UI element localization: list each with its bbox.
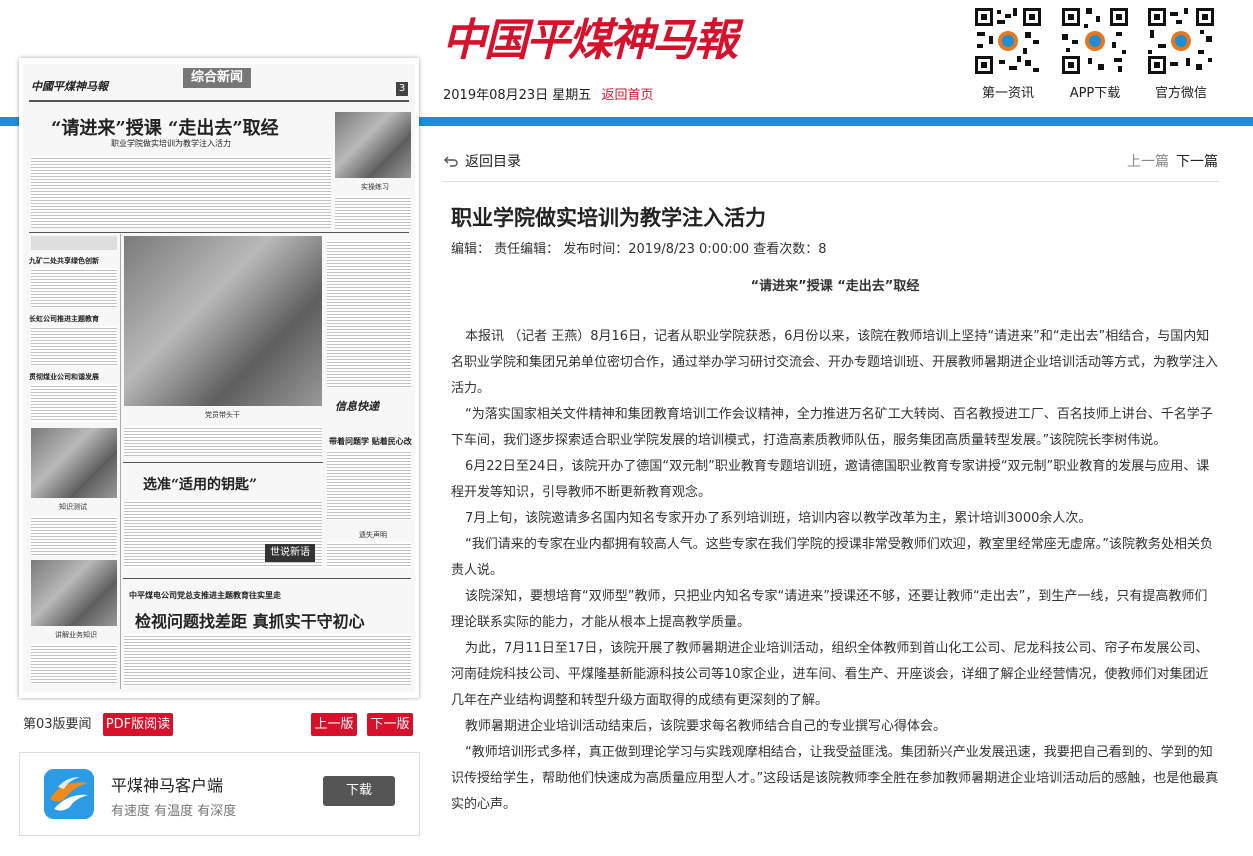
paper-text-block bbox=[31, 326, 117, 366]
next-article-link[interactable]: 下一篇 bbox=[1176, 151, 1218, 171]
paper-rule bbox=[123, 578, 411, 579]
article-paragraph: 教师暑期进企业培训活动结束后，该院要求每名教师结合自己的专业撰写心得体会。 bbox=[465, 719, 947, 734]
page-label: 第03版要闻 bbox=[23, 717, 92, 732]
newspaper-logo[interactable]: 中国平煤神马報 bbox=[442, 4, 738, 68]
paper-headline-1[interactable]: “请进来”授课 “走出去”取经 bbox=[51, 114, 279, 140]
paper-notice: 遗失声明 bbox=[359, 531, 387, 539]
paper-photo bbox=[31, 560, 117, 626]
paper-side-title: 九矿二处共享绿色创新 bbox=[29, 256, 99, 265]
paper-main-photo bbox=[124, 236, 322, 406]
paper-text-block bbox=[31, 268, 117, 308]
paper-subheadline-1: 职业学院做实培训为教学注入活力 bbox=[111, 139, 231, 148]
issue-date: 2019年08月23日 星期五 bbox=[443, 88, 592, 103]
paper-photo-caption: 讲解业务知识 bbox=[55, 631, 97, 639]
article-paragraph: “教师培训形式多样，真正做到理论学习与实践观摩相结合，让我受益匪浅。集团新兴产业… bbox=[451, 745, 1219, 812]
paper-rule bbox=[123, 462, 323, 463]
paper-text-block bbox=[327, 450, 411, 520]
paper-photo bbox=[335, 112, 411, 178]
paper-text-block bbox=[327, 542, 411, 568]
paper-photo bbox=[31, 428, 117, 498]
paper-text-block bbox=[335, 196, 411, 230]
qr-code-icon bbox=[973, 6, 1043, 76]
home-link[interactable]: 返回首页 bbox=[601, 88, 653, 103]
pdf-read-button[interactable]: PDF版阅读 bbox=[103, 713, 173, 736]
paper-rule bbox=[29, 232, 409, 233]
paper-text-block bbox=[327, 240, 411, 388]
divider bbox=[443, 181, 1219, 182]
paper-page-number: 3 bbox=[396, 82, 408, 96]
paper-column-rule bbox=[120, 234, 121, 689]
paper-masthead: 中國平煤神马報 bbox=[31, 80, 108, 93]
qr-code-icon bbox=[1060, 6, 1130, 76]
prev-article-link[interactable]: 上一篇 bbox=[1127, 151, 1169, 171]
paper-side-title: 贯彻煤业公司和谐发展 bbox=[29, 372, 99, 381]
date-line: 2019年08月23日 星期五 返回首页 bbox=[443, 84, 653, 103]
article-paragraph: 本报讯 （记者 王燕）8月16日，记者从职业学院获悉，6月份以来，该院在教师培训… bbox=[451, 329, 1219, 396]
app-logo-icon bbox=[44, 769, 94, 819]
paper-text-block bbox=[31, 644, 117, 684]
paper-brief-label: 信息快递 bbox=[335, 400, 379, 413]
paper-text-block bbox=[124, 634, 411, 686]
paper-photo-caption: 实操练习 bbox=[361, 183, 389, 191]
back-arrow-icon bbox=[444, 156, 458, 167]
article-meta: 编辑： 责任编辑： 发布时间：2019/8/23 0:00:00 查看次数：8 bbox=[451, 242, 827, 257]
next-page-button[interactable]: 下一版 bbox=[367, 713, 413, 736]
paper-subheadline-3: 中平煤电公司党总支推进主题教育往实里走 bbox=[129, 590, 281, 600]
paper-text-block bbox=[31, 516, 117, 556]
back-to-list-link[interactable]: 返回目录 bbox=[443, 151, 521, 171]
article-body: 本报讯 （记者 王燕）8月16日，记者从职业学院获悉，6月份以来，该院在教师培训… bbox=[451, 324, 1219, 818]
article-title: 职业学院做实培训为教学注入活力 bbox=[451, 206, 766, 230]
article-paragraph: 6月22日至24日，该院开办了德国“双元制”职业教育专题培训班，邀请德国职业教育… bbox=[451, 459, 1210, 500]
qr-label-app: APP下载 bbox=[1069, 86, 1121, 101]
app-tagline: 有速度 有温度 有深度 bbox=[111, 804, 237, 819]
paper-info-title: 带着问题学 贴着民心改 bbox=[329, 436, 412, 446]
app-download-button[interactable]: 下载 bbox=[323, 776, 395, 806]
paper-text-block bbox=[124, 426, 322, 456]
paper-rule bbox=[29, 100, 409, 102]
app-download-card: 平煤神马客户端 有速度 有温度 有深度 下载 bbox=[19, 752, 420, 836]
newspaper-page[interactable]: 中國平煤神马報 综合新闻 3 “请进来”授课 “走出去”取经 职业学院做实培训为… bbox=[23, 64, 415, 692]
paper-side-title: 长虹公司推进主题教育 bbox=[29, 314, 99, 323]
prev-page-button[interactable]: 上一版 bbox=[311, 713, 357, 736]
app-name: 平煤神马客户端 bbox=[111, 776, 224, 795]
paper-photo-caption: 知识测试 bbox=[59, 503, 87, 511]
paper-badge: 世说新语 bbox=[265, 544, 315, 562]
paper-text-block bbox=[31, 384, 117, 422]
paper-headline-3[interactable]: 检视问题找差距 真抓实干守初心 bbox=[135, 608, 365, 632]
article-paragraph: 7月上旬，该院邀请多名国内知名专家开办了系列培训班，培训内容以教学改革为主，累计… bbox=[465, 511, 1092, 526]
paper-photo-caption: 党员带头干 bbox=[205, 411, 240, 419]
article-paragraph: “为落实国家相关文件精神和集团教育培训工作会议精神，全力推进万名矿工大转岗、百名… bbox=[451, 407, 1213, 448]
qr-label-news: 第一资讯 bbox=[981, 86, 1034, 101]
qr-label-wechat: 官方微信 bbox=[1154, 86, 1207, 101]
newspaper-page-thumbnail[interactable]: 中國平煤神马報 综合新闻 3 “请进来”授课 “走出去”取经 职业学院做实培训为… bbox=[19, 58, 419, 698]
paper-text-block bbox=[31, 156, 331, 228]
article-paragraph: “我们请来的专家在业内都拥有较高人气。这些专家在我们学院的授课非常受教师们欢迎，… bbox=[451, 537, 1213, 578]
qr-code-icon bbox=[1146, 6, 1216, 76]
back-to-list-label: 返回目录 bbox=[465, 154, 521, 170]
article-subhead: “请进来”授课 “走出去”取经 bbox=[750, 279, 920, 294]
paper-column-tag bbox=[31, 236, 117, 250]
paper-section-label: 综合新闻 bbox=[183, 68, 251, 88]
article-paragraph: 该院深知，要想培育“双师型”教师，只把业内知名专家“请进来”授课还不够，还要让教… bbox=[451, 589, 1208, 630]
paper-headline-2[interactable]: 选准“适用的钥匙” bbox=[143, 474, 257, 494]
article-paragraph: 为此，7月11日至17日，该院开展了教师暑期进企业培训活动，组织全体教师到首山化… bbox=[451, 641, 1209, 708]
